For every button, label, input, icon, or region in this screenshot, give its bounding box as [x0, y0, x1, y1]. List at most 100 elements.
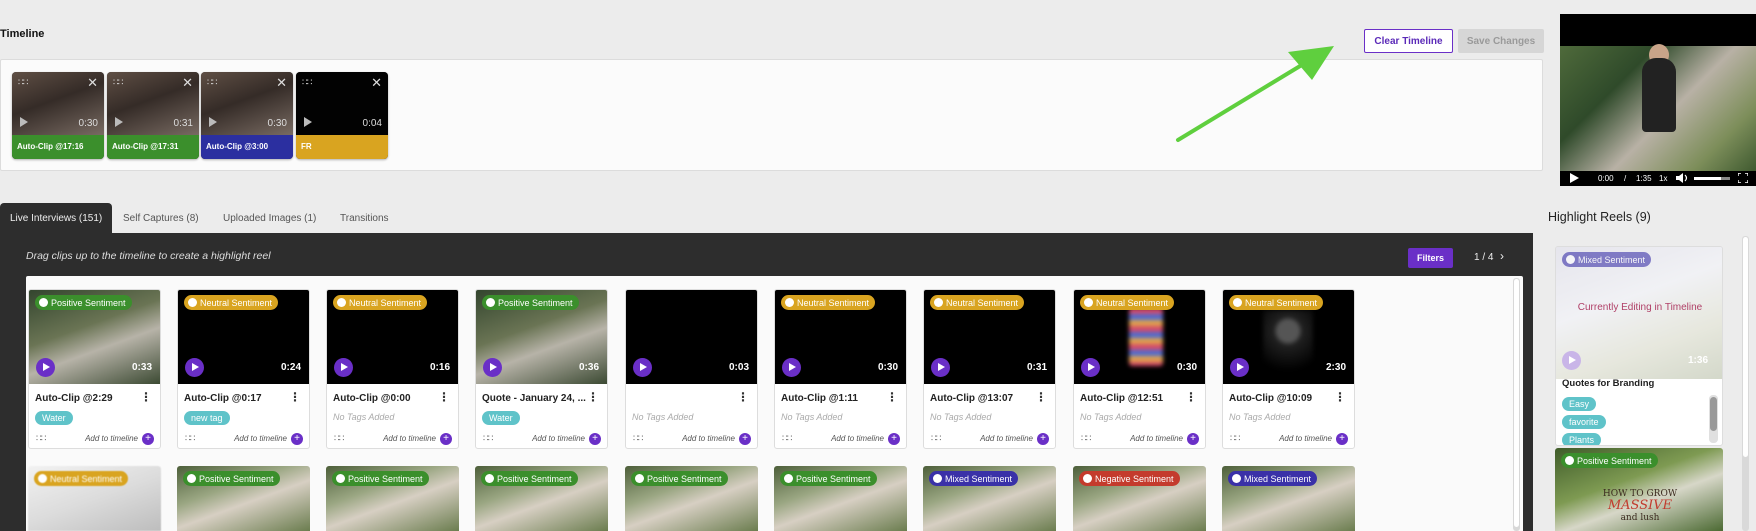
save-changes-button[interactable]: Save Changes	[1458, 29, 1544, 53]
play-icon[interactable]	[20, 117, 28, 127]
add-to-timeline-icon[interactable]: +	[1187, 433, 1199, 445]
timeline-clip[interactable]: ∷∷ ✕ 0:30 Auto-Clip @17:16	[12, 72, 104, 159]
clip-card[interactable]: Positive Sentiment	[326, 466, 459, 531]
clip-card[interactable]: Mixed Sentiment	[1222, 466, 1355, 531]
clip-card[interactable]: Neutral Sentiment 0:16 Auto-Clip @0:00 ⋮ No …	[326, 289, 459, 449]
play-icon[interactable]	[115, 117, 123, 127]
tab-transitions[interactable]: Transitions	[330, 203, 399, 233]
reel-tags-scroll-thumb[interactable]	[1710, 397, 1717, 431]
clip-card[interactable]: Neutral Sentiment	[28, 466, 161, 531]
playback-speed[interactable]: 1x	[1659, 170, 1667, 186]
add-to-timeline-icon[interactable]: +	[1037, 433, 1049, 445]
more-options-icon[interactable]: ⋮	[587, 391, 599, 403]
drag-handle-icon[interactable]: ∷∷	[18, 77, 29, 88]
play-icon[interactable]	[334, 358, 353, 377]
clip-card[interactable]: Neutral Sentiment 0:24 Auto-Clip @0:17 ⋮ new…	[177, 289, 310, 449]
drag-handle-icon[interactable]: ∷∷	[1230, 433, 1241, 444]
more-options-icon[interactable]: ⋮	[438, 391, 450, 403]
clip-card[interactable]: Neutral Sentiment 2:30 Auto-Clip @10:09 ⋮ No…	[1222, 289, 1355, 449]
drag-handle-icon[interactable]: ∷∷	[483, 433, 494, 444]
more-options-icon[interactable]: ⋮	[737, 391, 749, 403]
clip-card[interactable]: Negative Sentiment	[1073, 466, 1206, 531]
play-icon[interactable]	[209, 117, 217, 127]
clip-card[interactable]: Positive Sentiment	[774, 466, 907, 531]
add-to-timeline-label[interactable]: Add to timeline	[383, 434, 436, 443]
play-icon[interactable]	[931, 358, 950, 377]
remove-clip-icon[interactable]: ✕	[276, 75, 287, 91]
add-to-timeline-icon[interactable]: +	[888, 433, 900, 445]
add-to-timeline-label[interactable]: Add to timeline	[234, 434, 287, 443]
next-page-icon[interactable]: ›	[1500, 249, 1504, 263]
remove-clip-icon[interactable]: ✕	[182, 75, 193, 91]
play-icon[interactable]	[185, 358, 204, 377]
drag-handle-icon[interactable]: ∷∷	[334, 433, 345, 444]
clip-card[interactable]: Neutral Sentiment 0:31 Auto-Clip @13:07 ⋮ No…	[923, 289, 1056, 449]
clip-card[interactable]: Positive Sentiment 0:36 Quote - January 24…	[475, 289, 608, 449]
drag-handle-icon[interactable]: ∷∷	[1081, 433, 1092, 444]
reel-play-icon[interactable]	[1562, 351, 1581, 370]
drag-handle-icon[interactable]: ∷∷	[782, 433, 793, 444]
add-to-timeline-icon[interactable]: +	[589, 433, 601, 445]
tab-live[interactable]: Live Interviews (151)	[0, 203, 113, 233]
more-options-icon[interactable]: ⋮	[1185, 391, 1197, 403]
filters-button[interactable]: Filters	[1408, 248, 1453, 268]
remove-clip-icon[interactable]: ✕	[371, 75, 382, 91]
add-to-timeline-icon[interactable]: +	[1336, 433, 1348, 445]
add-to-timeline-label[interactable]: Add to timeline	[831, 434, 884, 443]
play-icon[interactable]	[304, 117, 312, 127]
add-to-timeline-label[interactable]: Add to timeline	[682, 434, 735, 443]
play-icon[interactable]	[483, 358, 502, 377]
clip-card[interactable]: Neutral Sentiment 0:30 Auto-Clip @12:51 ⋮ No…	[1073, 289, 1206, 449]
more-options-icon[interactable]: ⋮	[1035, 391, 1047, 403]
clip-grid-scroll-thumb[interactable]	[1514, 279, 1519, 527]
play-icon[interactable]	[782, 358, 801, 377]
sentiment-label: Neutral Sentiment	[946, 297, 1019, 308]
play-icon[interactable]	[633, 358, 652, 377]
add-to-timeline-label[interactable]: Add to timeline	[85, 434, 138, 443]
add-to-timeline-label[interactable]: Add to timeline	[1130, 434, 1183, 443]
timeline-clip[interactable]: ∷∷ ✕ 0:30 Auto-Clip @3:00	[201, 72, 293, 159]
highlight-reel-card[interactable]: Mixed Sentiment Currently Editing in Tim…	[1555, 246, 1723, 446]
play-icon[interactable]	[1570, 170, 1579, 186]
highlight-reels-scroll-thumb[interactable]	[1743, 237, 1748, 457]
clear-timeline-button[interactable]: Clear Timeline	[1364, 29, 1453, 53]
tab-uploaded[interactable]: Uploaded Images (1)	[213, 203, 326, 233]
add-to-timeline-icon[interactable]: +	[739, 433, 751, 445]
play-icon[interactable]	[1081, 358, 1100, 377]
add-to-timeline-label[interactable]: Add to timeline	[980, 434, 1033, 443]
drag-handle-icon[interactable]: ∷∷	[185, 433, 196, 444]
video-player[interactable]: 0:00 / 1:35 1x	[1560, 14, 1756, 186]
drag-handle-icon[interactable]: ∷∷	[931, 433, 942, 444]
timeline-clip[interactable]: ∷∷ ✕ 0:04 FR	[296, 72, 388, 159]
clip-card[interactable]: Positive Sentiment	[475, 466, 608, 531]
highlight-reel-card[interactable]: Positive Sentiment HOW TO GROW MASSIVE a…	[1555, 448, 1723, 531]
more-options-icon[interactable]: ⋮	[886, 391, 898, 403]
tab-self[interactable]: Self Captures (8)	[113, 203, 209, 233]
clip-card[interactable]: Positive Sentiment	[625, 466, 758, 531]
add-to-timeline-icon[interactable]: +	[440, 433, 452, 445]
clip-card[interactable]: Positive Sentiment 0:33 Auto-Clip @2:29 ⋮ Wa…	[28, 289, 161, 449]
remove-clip-icon[interactable]: ✕	[87, 75, 98, 91]
volume-icon[interactable]	[1676, 170, 1688, 186]
more-options-icon[interactable]: ⋮	[1334, 391, 1346, 403]
more-options-icon[interactable]: ⋮	[289, 391, 301, 403]
drag-handle-icon[interactable]: ∷∷	[302, 77, 313, 88]
add-to-timeline-icon[interactable]: +	[291, 433, 303, 445]
drag-handle-icon[interactable]: ∷∷	[207, 77, 218, 88]
clip-card[interactable]: 0:03 ⋮ No Tags Added ∷∷ Add to timeline +	[625, 289, 758, 449]
clip-card[interactable]: Neutral Sentiment 0:30 Auto-Clip @1:11 ⋮ No …	[774, 289, 907, 449]
add-to-timeline-label[interactable]: Add to timeline	[1279, 434, 1332, 443]
clip-card[interactable]: Mixed Sentiment	[923, 466, 1056, 531]
more-options-icon[interactable]: ⋮	[140, 391, 152, 403]
volume-slider[interactable]	[1694, 177, 1730, 180]
add-to-timeline-icon[interactable]: +	[142, 433, 154, 445]
play-icon[interactable]	[1230, 358, 1249, 377]
clip-card[interactable]: Positive Sentiment	[177, 466, 310, 531]
drag-handle-icon[interactable]: ∷∷	[633, 433, 644, 444]
drag-handle-icon[interactable]: ∷∷	[113, 77, 124, 88]
add-to-timeline-label[interactable]: Add to timeline	[532, 434, 585, 443]
play-icon[interactable]	[36, 358, 55, 377]
fullscreen-icon[interactable]	[1738, 170, 1748, 186]
timeline-clip[interactable]: ∷∷ ✕ 0:31 Auto-Clip @17:31	[107, 72, 199, 159]
drag-handle-icon[interactable]: ∷∷	[36, 433, 47, 444]
